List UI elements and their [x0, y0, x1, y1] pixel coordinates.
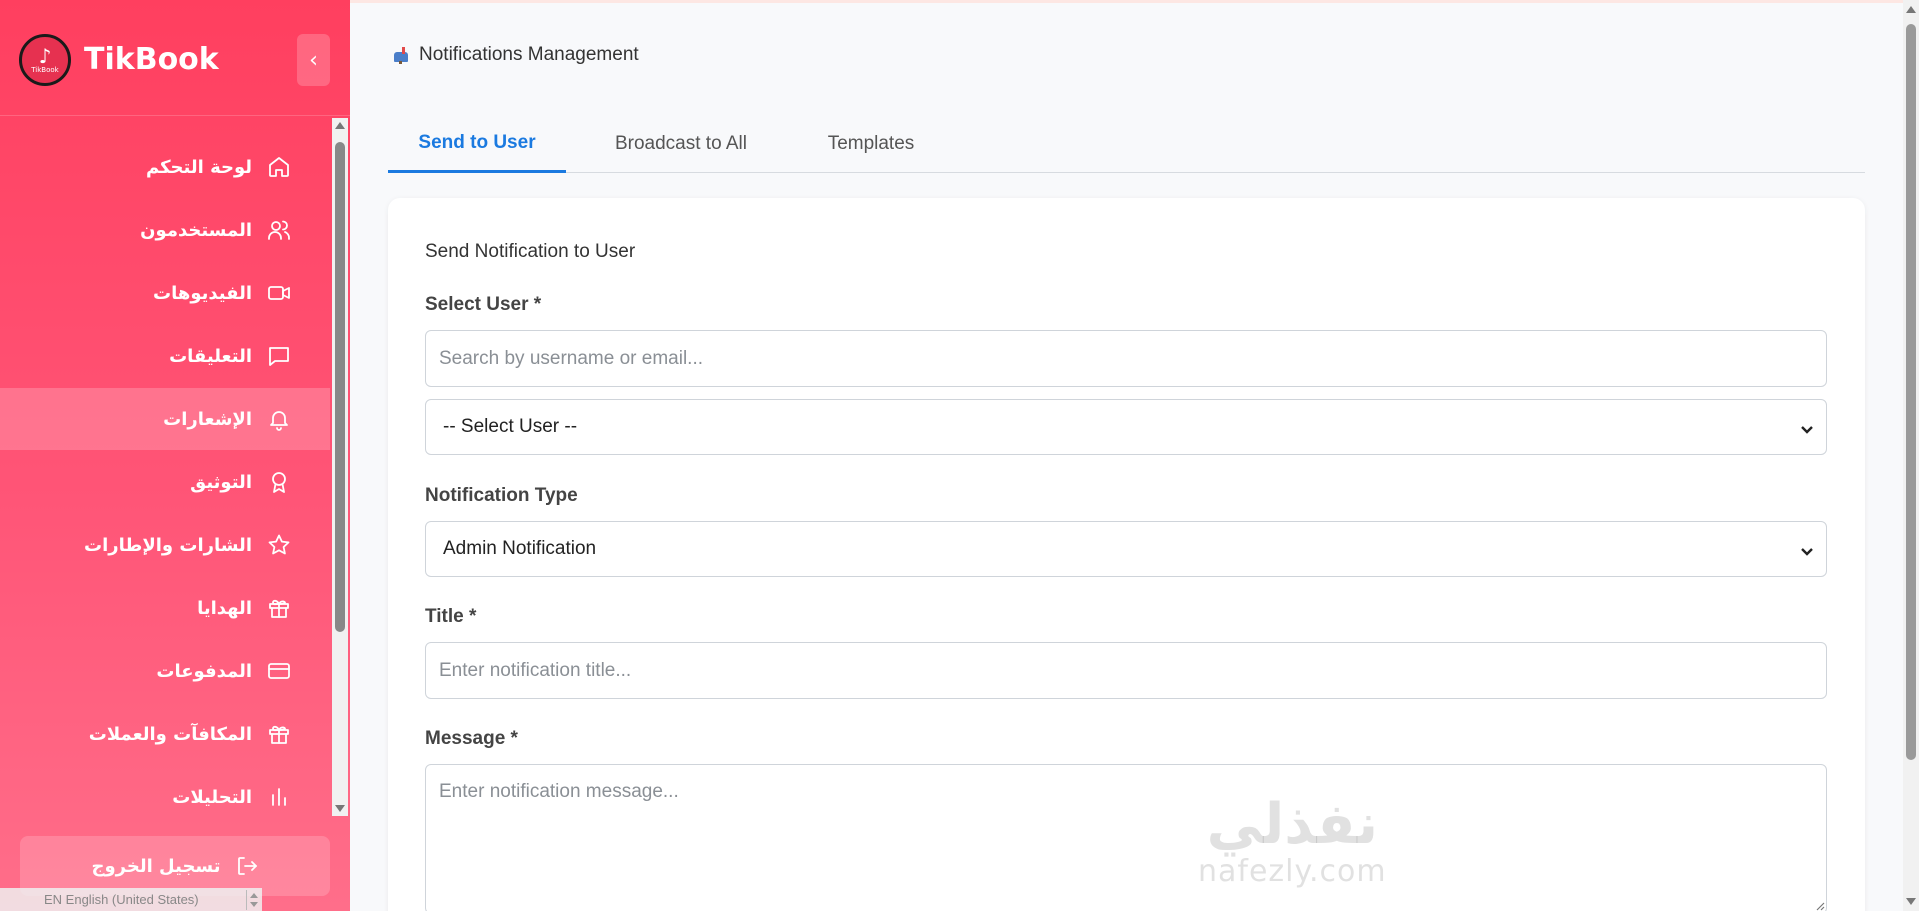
award-icon — [266, 469, 292, 495]
user-search-input[interactable] — [425, 330, 1827, 387]
sidebar-item-gifts[interactable]: الهدايا — [0, 577, 330, 639]
sidebar-item-users[interactable]: المستخدمون — [0, 199, 330, 261]
chevron-down-icon — [1800, 420, 1814, 434]
gift-icon — [266, 595, 292, 621]
sidebar-item-label: المستخدمون — [140, 219, 252, 241]
chevron-left-icon: ‹ — [309, 47, 318, 73]
tab-templates[interactable]: Templates — [796, 115, 946, 173]
mailbox-icon — [392, 46, 410, 64]
notification-type-dropdown[interactable]: Admin Notification — [425, 521, 1827, 577]
sidebar-item-label: المدفوعات — [156, 660, 252, 682]
scroll-down-icon[interactable] — [1906, 898, 1916, 905]
bell-icon — [266, 406, 292, 432]
music-note-icon: ♪ — [38, 44, 52, 68]
sidebar-item-notifications[interactable]: الإشعارات — [0, 388, 330, 450]
sidebar-item-badges[interactable]: الشارات والإطارات — [0, 514, 330, 576]
sidebar-item-label: التوثيق — [190, 471, 252, 493]
logout-button[interactable]: تسجيل الخروج — [20, 836, 330, 896]
page-title: Notifications Management — [392, 44, 639, 66]
sidebar-item-label: الهدايا — [197, 597, 252, 619]
sidebar-item-label: التعليقات — [169, 345, 252, 367]
select-user-dropdown[interactable]: -- Select User -- — [425, 399, 1827, 455]
collapse-sidebar-button[interactable]: ‹ — [297, 34, 330, 86]
resize-grip-icon[interactable] — [1815, 896, 1825, 911]
sidebar-item-analytics[interactable]: التحليلات — [0, 766, 330, 828]
logo[interactable]: ♪ TikBook — [19, 34, 71, 86]
sidebar-item-label: المكافآت والعملات — [88, 723, 252, 745]
page-title-text: Notifications Management — [419, 44, 639, 65]
sidebar-item-dashboard[interactable]: لوحة التحكم — [0, 136, 330, 198]
star-icon — [266, 532, 292, 558]
chevron-down-icon — [1800, 542, 1814, 556]
title-label: Title * — [425, 606, 477, 627]
sidebar-nav: لوحة التحكم المستخدمون الفيديوهات التعلي… — [0, 116, 350, 816]
home-icon — [266, 154, 292, 180]
sidebar-scroll-thumb[interactable] — [335, 142, 345, 632]
brand-name: TikBook — [84, 42, 219, 77]
sidebar-item-comments[interactable]: التعليقات — [0, 325, 330, 387]
bar-chart-icon — [266, 784, 292, 810]
page-scroll-thumb[interactable] — [1906, 24, 1916, 760]
notification-type-label: Notification Type — [425, 485, 578, 506]
sidebar-item-label: التحليلات — [172, 786, 252, 808]
sidebar-scrollbar[interactable] — [332, 118, 348, 816]
sidebar: ♪ TikBook TikBook ‹ لوحة التحكم المستخدم… — [0, 0, 350, 911]
send-notification-card: Send Notification to User Select User * … — [388, 198, 1865, 911]
video-icon — [266, 280, 292, 306]
select-user-label: Select User * — [425, 294, 542, 315]
tab-broadcast-to-all[interactable]: Broadcast to All — [566, 115, 796, 173]
card-title: Send Notification to User — [425, 241, 636, 262]
page-scrollbar[interactable] — [1903, 0, 1919, 911]
title-input[interactable] — [425, 642, 1827, 699]
sidebar-item-label: الفيديوهات — [153, 282, 252, 304]
main-content: Notifications Management Send to User Br… — [350, 0, 1904, 911]
comment-icon — [266, 343, 292, 369]
sidebar-item-verification[interactable]: التوثيق — [0, 451, 330, 513]
gift-icon — [266, 721, 292, 747]
users-icon — [266, 217, 292, 243]
message-label: Message * — [425, 728, 518, 749]
tabs: Send to User Broadcast to All Templates — [388, 115, 1865, 173]
scroll-down-icon[interactable] — [335, 805, 345, 812]
language-indicator[interactable]: EN English (United States) — [0, 888, 262, 911]
language-spinner[interactable] — [246, 890, 260, 910]
select-user-value: -- Select User -- — [443, 416, 578, 437]
credit-card-icon — [266, 658, 292, 684]
tab-send-to-user[interactable]: Send to User — [388, 115, 566, 173]
sidebar-header: ♪ TikBook TikBook ‹ — [0, 0, 350, 116]
sidebar-item-payments[interactable]: المدفوعات — [0, 640, 330, 702]
sidebar-item-rewards[interactable]: المكافآت والعملات — [0, 703, 330, 765]
sidebar-item-label: الشارات والإطارات — [84, 534, 252, 556]
logout-label: تسجيل الخروج — [91, 855, 221, 877]
logout-icon — [237, 857, 257, 875]
sidebar-item-videos[interactable]: الفيديوهات — [0, 262, 330, 324]
scroll-up-icon[interactable] — [335, 122, 345, 129]
scroll-up-icon[interactable] — [1906, 6, 1916, 13]
sidebar-item-label: الإشعارات — [163, 408, 252, 430]
logo-text: TikBook — [31, 66, 59, 74]
sidebar-item-label: لوحة التحكم — [145, 156, 252, 178]
message-textarea[interactable] — [425, 764, 1827, 911]
notification-type-value: Admin Notification — [443, 538, 597, 559]
